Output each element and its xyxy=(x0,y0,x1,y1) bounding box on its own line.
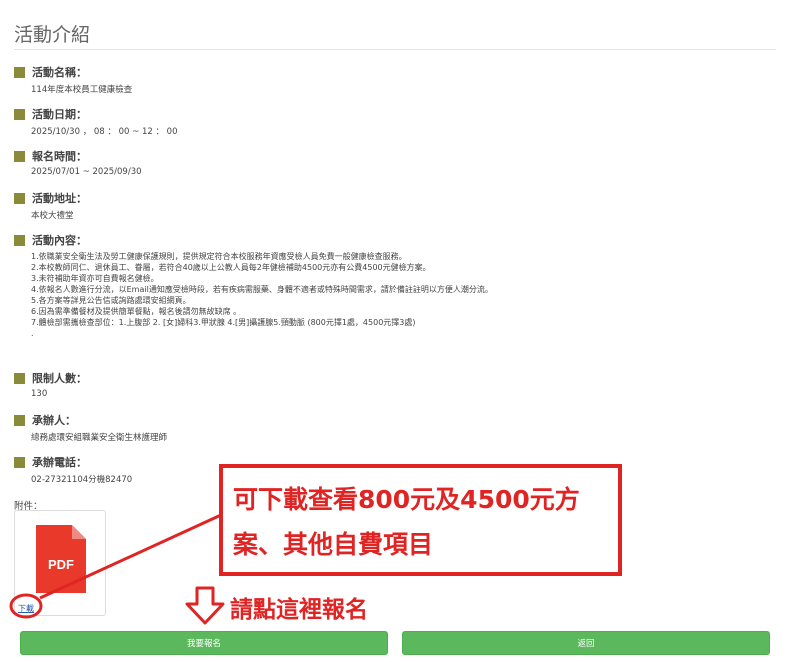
callout-text-line: 可下載查看800元及4500元方 xyxy=(233,485,580,514)
bullet-square-icon xyxy=(14,414,25,426)
bullet-square-icon xyxy=(14,108,25,120)
bullet-square-icon xyxy=(14,456,25,468)
field-capacity: 限制人數： 130 xyxy=(14,370,87,399)
field-activity-location: 活動地址： 本校大禮堂 xyxy=(14,190,87,221)
bullet-square-icon xyxy=(14,234,25,246)
bullet-square-icon xyxy=(14,192,25,204)
field-value: 130 xyxy=(31,389,48,399)
content-line: 7.體檢部需攜檢查部位：1.上腹部 2. [女]婦科3.甲狀腺 4.[男]攝護腺… xyxy=(31,318,416,327)
field-label: 承辦人： xyxy=(32,414,76,427)
back-button[interactable]: 返回 xyxy=(402,631,770,655)
annotation-callout: 可下載查看800元及4500元方 案、其他自費項目 xyxy=(219,464,622,576)
field-organizer: 承辦人： 總務處環安組職業安全衛生林護理師 xyxy=(14,412,167,443)
content-line: 2.本校教師同仁、退休員工、眷屬，若符合40歲以上公教人員每2年健檢補助4500… xyxy=(31,263,431,272)
attachment-card[interactable]: PDF 下載 xyxy=(14,510,106,616)
content-line: 1.依職業安全衛生法及勞工健康保護規則，提供規定符合本校服務年資應受檢人員免費一… xyxy=(31,252,407,261)
content-line: . xyxy=(31,329,34,338)
page-title: 活動介紹 xyxy=(14,24,91,46)
field-value: 總務處環安組職業安全衛生林護理師 xyxy=(31,433,168,443)
field-value: 2025/10/30 ， 08 ： 00 ~ 12 ： 00 xyxy=(31,127,178,137)
bullet-square-icon xyxy=(14,66,25,78)
bullet-square-icon xyxy=(14,372,25,384)
field-label: 活動名稱： xyxy=(32,66,87,79)
field-value: 114年度本校員工健康檢查 xyxy=(31,85,133,95)
bullet-square-icon xyxy=(14,150,25,162)
arrow-down-icon xyxy=(185,586,225,625)
field-label: 活動日期： xyxy=(32,108,87,121)
field-value: 2025/07/01 ~ 2025/09/30 xyxy=(31,167,142,177)
field-activity-content: 活動內容： 1.依職業安全衛生法及勞工健康保護規則，提供規定符合本校服務年資應受… xyxy=(14,232,493,339)
pdf-file-icon[interactable]: PDF xyxy=(36,525,86,593)
content-line: 6.因為需準備餐材及提供簡單餐點，報名後請勿無故缺席 。 xyxy=(31,307,242,316)
field-value: 本校大禮堂 xyxy=(31,211,74,221)
download-link[interactable]: 下載 xyxy=(18,603,34,614)
field-label: 報名時間： xyxy=(32,150,87,163)
field-phone: 承辦電話： 02-27321104分機82470 xyxy=(14,454,132,485)
content-line: 4.依報名人數進行分流，以Email通知應受檢時段，若有疾病需服藥、身體不適者或… xyxy=(31,285,493,294)
content-lines: 1.依職業安全衛生法及勞工健康保護規則，提供規定符合本校服務年資應受檢人員免費一… xyxy=(31,251,493,339)
field-value: 02-27321104分機82470 xyxy=(31,475,133,485)
pdf-badge-text: PDF xyxy=(48,557,74,572)
field-label: 限制人數： xyxy=(32,372,87,385)
callout-text-line: 案、其他自費項目 xyxy=(233,530,434,559)
signup-button[interactable]: 我要報名 xyxy=(20,631,388,655)
title-divider xyxy=(14,49,776,50)
content-line: 3.未符補助年資亦可自費報名健檢。 xyxy=(31,274,159,283)
field-label: 承辦電話： xyxy=(32,456,87,469)
field-activity-name: 活動名稱： 114年度本校員工健康檢查 xyxy=(14,64,132,95)
field-registration-period: 報名時間： 2025/07/01 ~ 2025/09/30 xyxy=(14,148,142,177)
field-label: 活動地址： xyxy=(32,192,87,205)
field-activity-date: 活動日期： 2025/10/30 ， 08 ： 00 ~ 12 ： 00 xyxy=(14,106,178,137)
field-label: 活動內容： xyxy=(32,234,87,247)
signup-hint: 請點這裡報名 xyxy=(230,597,368,623)
content-line: 5.各方案等詳見公告信或詢路處環安組網頁。 xyxy=(31,296,191,305)
